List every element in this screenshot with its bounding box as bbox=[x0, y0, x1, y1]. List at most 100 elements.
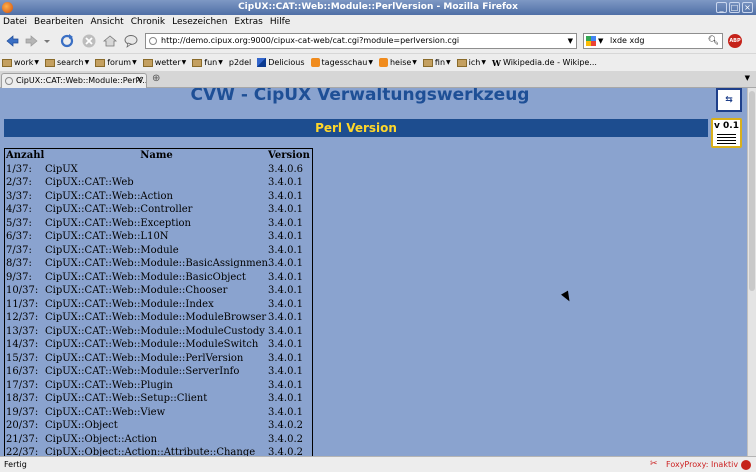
adblock-plus-icon[interactable]: ABP bbox=[728, 34, 742, 48]
tab-favicon bbox=[5, 77, 13, 85]
tab-perlversion[interactable]: CipUX::CAT::Web::Module::PerlV... × bbox=[1, 73, 147, 88]
menu-bearbeiten[interactable]: Bearbeiten bbox=[34, 15, 83, 29]
new-tab-icon[interactable]: ⊕ bbox=[152, 73, 160, 84]
menu-hilfe[interactable]: Hilfe bbox=[270, 15, 290, 29]
menu-bar: Datei Bearbeiten Ansicht Chronik Lesezei… bbox=[0, 15, 756, 29]
search-input[interactable]: lxde xdg bbox=[610, 36, 644, 45]
perl-version-table: Anzahl Name Version 1/37: CipUX 3.4.0.6 2/3… bbox=[4, 148, 313, 456]
folder-icon bbox=[192, 58, 203, 67]
cell-version: 3.4.0.1 bbox=[268, 339, 303, 350]
menu-ansicht[interactable]: Ansicht bbox=[90, 15, 123, 29]
cell-version: 3.4.0.1 bbox=[268, 204, 303, 215]
table-row: 20/37: CipUX::Object 3.4.0.2 bbox=[5, 419, 312, 433]
folder-icon bbox=[95, 58, 106, 67]
url-bar[interactable]: http://demo.cipux.org:9000/cipux-cat-web… bbox=[145, 33, 577, 49]
table-row: 2/37: CipUX::CAT::Web 3.4.0.1 bbox=[5, 176, 312, 190]
cell-version: 3.4.0.2 bbox=[268, 433, 303, 445]
wikipedia-icon: W bbox=[491, 57, 501, 68]
bookmark-wetter[interactable]: wetter ▼ bbox=[142, 58, 186, 67]
chat-bubble-icon[interactable] bbox=[123, 33, 139, 49]
menu-datei[interactable]: Datei bbox=[3, 15, 27, 29]
cell-name: CipUX::CAT::Web::Setup::Client bbox=[45, 393, 208, 404]
search-bar[interactable]: ▼ lxde xdg 🔍︎ bbox=[583, 33, 723, 49]
cell-anzahl: 16/37: bbox=[6, 366, 39, 377]
table-row: 1/37: CipUX 3.4.0.6 bbox=[5, 163, 312, 177]
cell-version: 3.4.0.2 bbox=[268, 420, 303, 431]
search-engine-dropdown-icon[interactable]: ▼ bbox=[598, 34, 603, 48]
header-version: Version bbox=[268, 150, 310, 161]
cell-anzahl: 8/37: bbox=[6, 258, 32, 269]
cell-anzahl: 1/37: bbox=[6, 163, 32, 175]
menu-lesezeichen[interactable]: Lesezeichen bbox=[172, 15, 227, 29]
menu-extras[interactable]: Extras bbox=[234, 15, 262, 29]
close-icon[interactable]: × bbox=[742, 2, 753, 13]
tab-label: CipUX::CAT::Web::Module::PerlV... bbox=[16, 76, 147, 85]
status-bar: Fertig ✂ FoxyProxy: Inaktiv bbox=[0, 456, 756, 472]
bookmark-wikipedia[interactable]: W Wikipedia.de - Wikipe... bbox=[492, 58, 597, 68]
cell-name: CipUX::CAT::Web::Controller bbox=[45, 204, 193, 215]
url-dropdown-icon[interactable]: ▼ bbox=[568, 34, 573, 48]
bookmark-p2del[interactable]: p2del bbox=[229, 58, 251, 67]
cell-name: CipUX::CAT::Web::L10N bbox=[45, 231, 169, 242]
table-row: 16/37: CipUX::CAT::Web::Module::ServerInf… bbox=[5, 365, 312, 379]
adblock-status-icon[interactable] bbox=[741, 460, 751, 470]
table-row: 6/37: CipUX::CAT::Web::L10N 3.4.0.1 bbox=[5, 230, 312, 244]
bookmark-fin[interactable]: fin ▼ bbox=[422, 58, 451, 67]
cell-anzahl: 2/37: bbox=[6, 177, 32, 188]
bookmark-tagesschau[interactable]: tagesschau ▼ bbox=[310, 58, 373, 67]
bookmark-forum[interactable]: forum ▼ bbox=[95, 58, 137, 67]
cell-version: 3.4.0.1 bbox=[268, 217, 303, 229]
maximize-icon[interactable]: □ bbox=[729, 2, 740, 13]
cell-name: CipUX::CAT::Web::Module::Chooser bbox=[45, 285, 228, 296]
close-tab-icon[interactable]: × bbox=[135, 74, 143, 87]
foxyproxy-icon[interactable]: ✂ bbox=[650, 460, 660, 469]
cell-anzahl: 5/37: bbox=[6, 217, 32, 229]
vertical-scrollbar[interactable] bbox=[747, 88, 756, 456]
version-info-icon[interactable]: v 0.1 bbox=[711, 118, 742, 148]
cell-version: 3.4.0.1 bbox=[268, 366, 303, 377]
menu-chronik[interactable]: Chronik bbox=[131, 15, 165, 29]
cell-name: CipUX::CAT::Web::Module::PerlVersion bbox=[45, 352, 244, 364]
table-row: 11/37: CipUX::CAT::Web::Module::Index 3.4.… bbox=[5, 298, 312, 312]
page-content: CVW - CipUX Verwaltungswerkzeug ⇆ v 0.1 … bbox=[0, 88, 747, 456]
google-engine-icon[interactable] bbox=[586, 36, 596, 46]
bookmark-heise[interactable]: heise ▼ bbox=[378, 58, 417, 67]
cell-version: 3.4.0.1 bbox=[268, 312, 303, 323]
search-icon[interactable]: 🔍︎ bbox=[708, 34, 719, 48]
reload-icon[interactable] bbox=[59, 33, 75, 49]
table-row: 5/37: CipUX::CAT::Web::Exception 3.4.0.1 bbox=[5, 217, 312, 231]
cell-name: CipUX::Object::Action bbox=[45, 433, 158, 445]
cell-name: CipUX::CAT::Web::Exception bbox=[45, 217, 191, 229]
tab-list-dropdown-icon[interactable]: ▼ bbox=[745, 74, 750, 82]
stop-icon[interactable] bbox=[81, 33, 97, 49]
home-icon[interactable] bbox=[102, 33, 118, 49]
cell-version: 3.4.0.1 bbox=[268, 231, 303, 242]
folder-icon bbox=[44, 58, 55, 67]
cell-name: CipUX::CAT::Web::Plugin bbox=[45, 379, 173, 391]
cell-version: 3.4.0.1 bbox=[268, 379, 303, 391]
table-header: Anzahl Name Version bbox=[5, 149, 312, 163]
history-dropdown-icon[interactable] bbox=[42, 33, 52, 49]
foxyproxy-status[interactable]: FoxyProxy: Inaktiv bbox=[666, 457, 738, 472]
cell-anzahl: 3/37: bbox=[6, 190, 32, 202]
cipux-logo-icon[interactable]: ⇆ bbox=[716, 88, 742, 112]
cell-version: 3.4.0.1 bbox=[268, 393, 303, 404]
minimize-icon[interactable]: _ bbox=[716, 2, 727, 13]
cell-name: CipUX bbox=[45, 163, 78, 175]
window-title-bar: CipUX::CAT::Web::Module::PerlVersion - M… bbox=[0, 0, 756, 15]
cell-anzahl: 13/37: bbox=[6, 325, 39, 337]
bookmark-delicious[interactable]: Delicious bbox=[257, 58, 305, 67]
back-arrow-icon[interactable] bbox=[4, 33, 20, 49]
mouse-cursor-icon bbox=[561, 290, 573, 304]
forward-arrow-icon[interactable] bbox=[24, 33, 40, 49]
cell-anzahl: 11/37: bbox=[6, 298, 39, 310]
table-row: 7/37: CipUX::CAT::Web::Module 3.4.0.1 bbox=[5, 244, 312, 258]
status-text: Fertig bbox=[4, 460, 27, 469]
bookmark-work[interactable]: work ▼ bbox=[2, 58, 39, 67]
bookmark-search[interactable]: search ▼ bbox=[44, 58, 89, 67]
bookmark-ich[interactable]: ich ▼ bbox=[456, 58, 486, 67]
cell-anzahl: 4/37: bbox=[6, 204, 32, 215]
section-title: Perl Version bbox=[4, 119, 708, 137]
bookmark-fun[interactable]: fun ▼ bbox=[192, 58, 223, 67]
scrollbar-thumb[interactable] bbox=[749, 91, 755, 291]
